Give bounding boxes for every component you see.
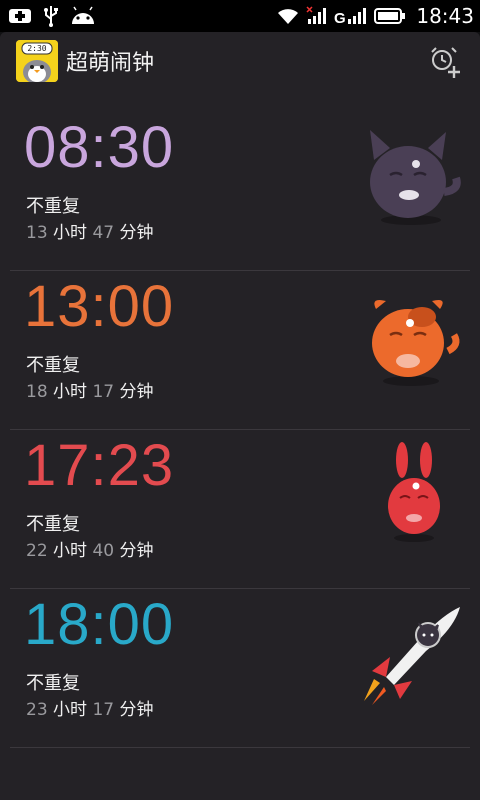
remaining-hours: 23 — [26, 700, 48, 720]
remaining-minutes: 40 — [92, 541, 115, 561]
alarm-item[interactable]: 17:23 不重复 22 小时 40 分钟 — [10, 430, 470, 589]
orange-dog-mascot-icon — [372, 300, 460, 386]
signal-g-icon: G — [334, 8, 367, 26]
app-logo-icon[interactable]: 2:30 — [16, 40, 58, 82]
battery-icon — [374, 8, 406, 24]
usb-debug-icon — [9, 9, 31, 23]
hours-unit: 小时 — [53, 223, 88, 243]
remaining-hours: 13 — [26, 223, 48, 243]
alarm-remaining: 18 小时 17 分钟 — [26, 377, 154, 402]
alarm-repeat-label: 不重复 — [26, 355, 80, 376]
remaining-hours: 22 — [26, 541, 48, 561]
alarm-time: 13:00 — [24, 274, 175, 339]
alarm-list: 08:30 不重复 13 小时 47 分钟 13:00 不重复 18 小时 17… — [10, 112, 470, 748]
status-time: 18:43 — [416, 4, 474, 28]
hours-unit: 小时 — [53, 700, 88, 720]
app-window: 2:30 超萌闹钟 08:30 不重复 13 小时 47 分钟 13:00 不重… — [0, 32, 480, 800]
alarm-time: 08:30 — [24, 115, 175, 180]
svg-text:G: G — [334, 10, 346, 26]
signal-icon — [306, 6, 327, 24]
alarm-repeat-label: 不重复 — [26, 196, 80, 217]
purple-cat-mascot-icon — [370, 130, 461, 225]
alarm-remaining: 23 小时 17 分钟 — [26, 695, 154, 720]
action-bar: 2:30 超萌闹钟 — [0, 32, 480, 90]
remaining-minutes: 17 — [92, 700, 115, 720]
minutes-unit: 分钟 — [119, 541, 154, 561]
minutes-unit: 分钟 — [119, 382, 154, 402]
hours-unit: 小时 — [53, 541, 88, 561]
alarm-remaining: 22 小时 40 分钟 — [26, 536, 154, 561]
status-bar: G 18:43 — [0, 0, 480, 32]
usb-icon — [44, 6, 58, 27]
app-title: 超萌闹钟 — [66, 51, 155, 76]
alarm-repeat-label: 不重复 — [26, 514, 80, 535]
remaining-hours: 18 — [26, 382, 48, 402]
alarm-item[interactable]: 18:00 不重复 23 小时 17 分钟 — [10, 589, 470, 748]
app-logo-text: 2:30 — [27, 44, 47, 53]
rocket-mascot-icon — [364, 607, 460, 705]
hours-unit: 小时 — [53, 382, 88, 402]
red-rabbit-mascot-icon — [388, 442, 440, 542]
remaining-minutes: 47 — [92, 223, 115, 243]
minutes-unit: 分钟 — [119, 223, 154, 243]
minutes-unit: 分钟 — [119, 700, 154, 720]
alarm-repeat-label: 不重复 — [26, 673, 80, 694]
alarm-item[interactable]: 13:00 不重复 18 小时 17 分钟 — [10, 271, 470, 430]
alarm-time: 18:00 — [24, 592, 175, 657]
add-alarm-icon[interactable] — [428, 44, 462, 78]
remaining-minutes: 17 — [92, 382, 115, 402]
wifi-icon — [278, 9, 299, 24]
android-icon — [72, 6, 94, 24]
alarm-item[interactable]: 08:30 不重复 13 小时 47 分钟 — [10, 112, 470, 271]
alarm-remaining: 13 小时 47 分钟 — [26, 218, 154, 243]
alarm-time: 17:23 — [24, 433, 175, 498]
